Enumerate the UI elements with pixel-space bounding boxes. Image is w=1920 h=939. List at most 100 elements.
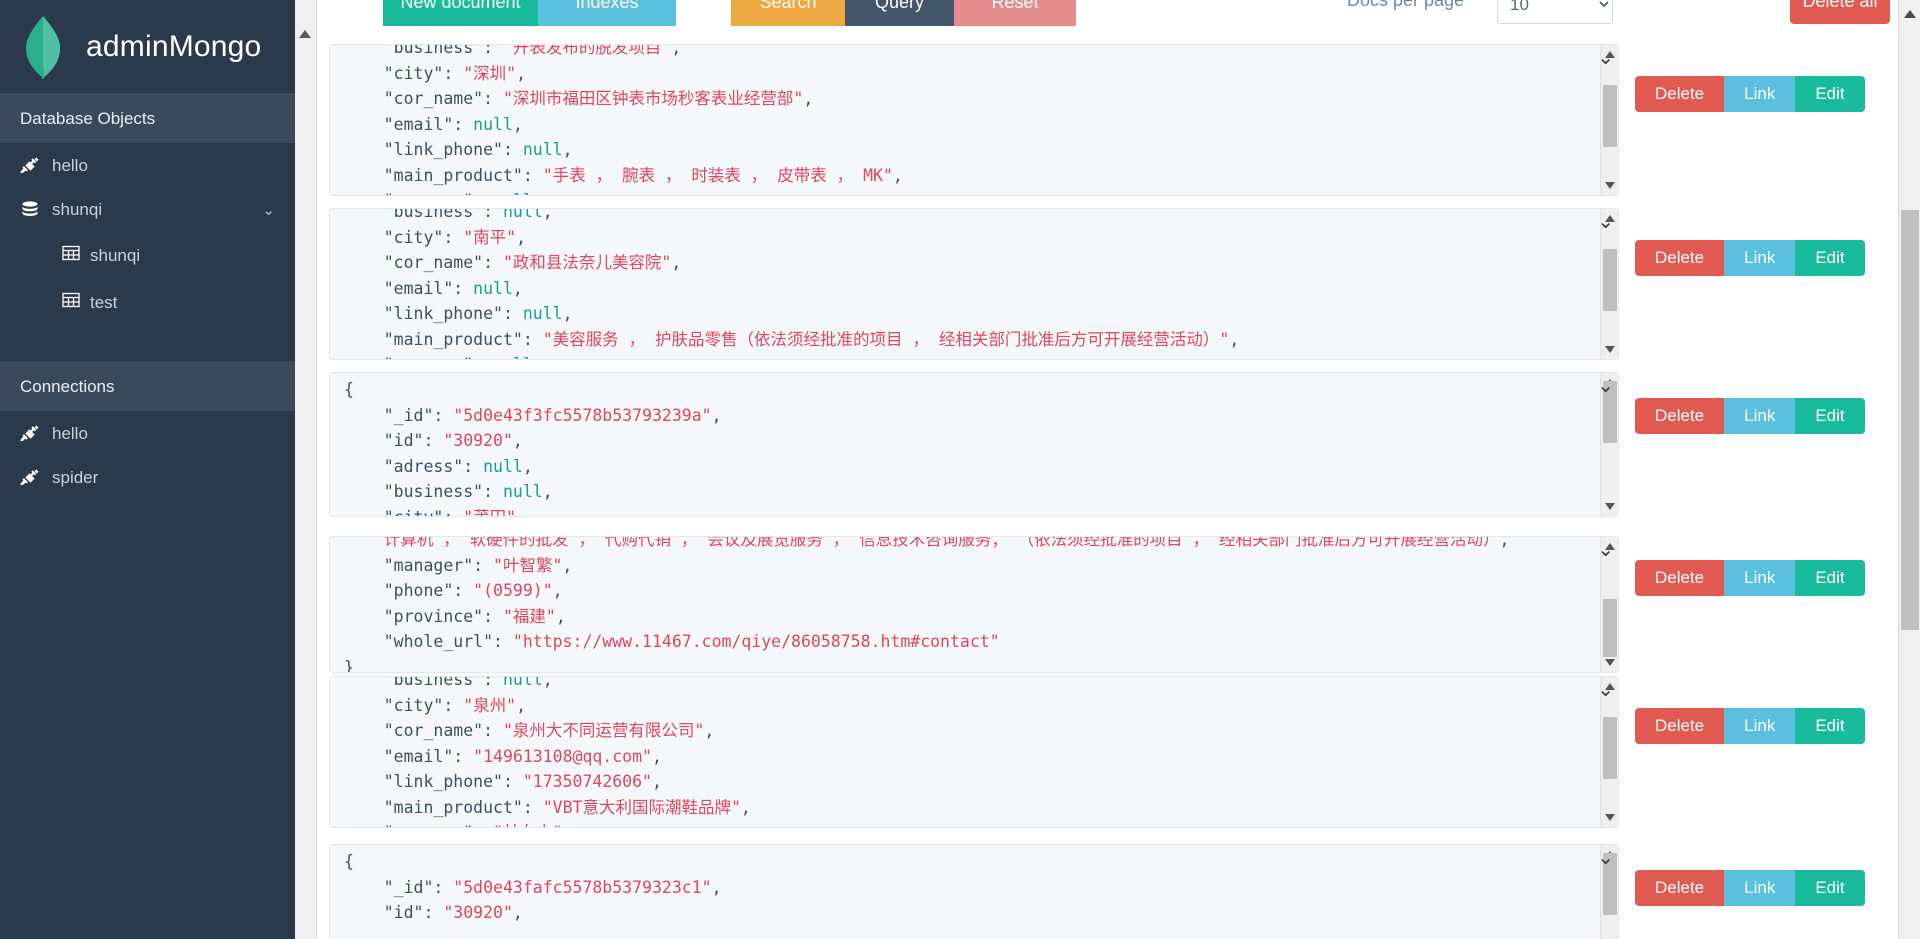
scrollbar-thumb[interactable] — [1603, 249, 1617, 311]
sidebar-collection-shunqi[interactable]: shunqi — [0, 232, 295, 279]
row-action-group: Delete Link Edit — [1635, 398, 1865, 434]
docs-per-page-select[interactable]: 5102050100 — [1497, 0, 1613, 24]
document-card: 计算机 ， 软硬件的批发 ， 代购代销 ， 会议及展览服务 ， 信息技术咨询服务… — [329, 536, 1619, 673]
row-action-group: Delete Link Edit — [1635, 708, 1865, 744]
link-button[interactable]: Link — [1724, 240, 1796, 276]
delete-button[interactable]: Delete — [1635, 240, 1725, 276]
chevron-down-icon[interactable]: ⌄ — [1597, 847, 1614, 867]
document-row: "business": null, "city": "南平", "cor_nam… — [317, 208, 1898, 360]
search-button[interactable]: Search — [731, 0, 845, 26]
sidebar-section-connections: Connections — [0, 362, 295, 412]
scroll-down-arrow-icon[interactable] — [1605, 659, 1615, 666]
document-card: { "_id": "5d0e43f3fc5578b53793239a", "id… — [329, 372, 1619, 517]
page-scrollbar[interactable] — [1898, 0, 1920, 939]
row-action-group: Delete Link Edit — [1635, 240, 1865, 276]
edit-button[interactable]: Edit — [1795, 76, 1865, 112]
sidebar: adminMongo Database Objects hello shunqi… — [0, 0, 295, 939]
delete-button[interactable]: Delete — [1635, 76, 1725, 112]
new-document-button[interactable]: New document — [383, 0, 538, 26]
scroll-down-arrow-icon[interactable] — [1605, 503, 1615, 510]
admin-mongo-app: adminMongo Database Objects hello shunqi… — [0, 0, 1920, 939]
document-row: "business": null, "city": "泉州", "cor_nam… — [317, 676, 1898, 828]
plug-icon — [20, 156, 46, 176]
sidebar-connection-label: spider — [52, 468, 99, 487]
document-card: { "_id": "5d0e43fafc5578b5379323c1", "id… — [329, 844, 1619, 939]
docs-per-page-label: Docs per page — [1347, 0, 1465, 10]
document-json: 计算机 ， 软硬件的批发 ， 代购代销 ， 会议及展览服务 ， 信息技术咨询服务… — [344, 536, 1510, 672]
brand-title: adminMongo — [86, 29, 262, 63]
scroll-up-arrow-icon[interactable] — [299, 30, 311, 38]
sidebar-section-database-objects: Database Objects — [0, 94, 295, 144]
chevron-down-icon[interactable]: ⌄ — [1597, 375, 1614, 395]
document-card: "business": "开表发布的脱发项目", "city": "深圳", "… — [329, 44, 1619, 196]
document-json: "business": "开表发布的脱发项目", "city": "深圳", "… — [383, 44, 903, 195]
delete-all-button[interactable]: Delete all — [1790, 0, 1890, 24]
document-card: "business": null, "city": "南平", "cor_nam… — [329, 208, 1619, 360]
document-row: "business": "开表发布的脱发项目", "city": "深圳", "… — [317, 44, 1898, 196]
delete-button[interactable]: Delete — [1635, 870, 1725, 906]
brand-header[interactable]: adminMongo — [0, 0, 295, 94]
plug-icon — [20, 424, 46, 444]
sidebar-item-shunqi-db[interactable]: shunqi ⌄ — [0, 188, 295, 232]
table-icon — [62, 291, 90, 314]
sidebar-collection-label: shunqi — [90, 245, 141, 265]
chevron-down-icon[interactable]: ⌄ — [1597, 679, 1614, 699]
link-button[interactable]: Link — [1724, 76, 1796, 112]
chevron-down-icon[interactable]: ⌄ — [1597, 47, 1614, 67]
scrollbar-thumb[interactable] — [1603, 599, 1617, 657]
delete-button[interactable]: Delete — [1635, 398, 1725, 434]
scroll-down-arrow-icon[interactable] — [1605, 346, 1615, 353]
link-button[interactable]: Link — [1724, 398, 1796, 434]
row-action-group: Delete Link Edit — [1635, 76, 1865, 112]
document-json: "business": null, "city": "泉州", "cor_nam… — [383, 676, 751, 827]
document-row: { "_id": "5d0e43fafc5578b5379323c1", "id… — [317, 844, 1898, 939]
scrollbar-thumb[interactable] — [1603, 717, 1617, 779]
scrollbar-thumb[interactable] — [1901, 210, 1919, 630]
indexes-button[interactable]: Indexes — [538, 0, 676, 26]
document-json: { "_id": "5d0e43fafc5578b5379323c1", "id… — [344, 852, 722, 922]
chevron-down-icon[interactable]: ⌄ — [262, 201, 275, 219]
document-row: 计算机 ， 软硬件的批发 ， 代购代销 ， 会议及展览服务 ， 信息技术咨询服务… — [317, 536, 1898, 673]
collection-toolbar: New document Indexes Search Query Reset … — [317, 0, 1920, 36]
reset-button[interactable]: Reset — [954, 0, 1076, 26]
query-button[interactable]: Query — [845, 0, 954, 26]
sidebar-item-label: hello — [52, 156, 88, 175]
row-action-group: Delete Link Edit — [1635, 560, 1865, 596]
sidebar-collection-label: test — [90, 292, 118, 312]
database-icon — [20, 200, 46, 220]
sidebar-item-hello-db[interactable]: hello — [0, 144, 295, 188]
document-list: "business": "开表发布的脱发项目", "city": "深圳", "… — [317, 36, 1898, 939]
delete-button[interactable]: Delete — [1635, 708, 1725, 744]
table-icon — [62, 244, 90, 267]
link-button[interactable]: Link — [1724, 708, 1796, 744]
edit-button[interactable]: Edit — [1795, 398, 1865, 434]
scrollbar-thumb[interactable] — [1603, 85, 1617, 147]
sidebar-collection-test[interactable]: test — [0, 279, 295, 326]
document-row: { "_id": "5d0e43f3fc5578b53793239a", "id… — [317, 372, 1898, 517]
document-card: "business": null, "city": "泉州", "cor_nam… — [329, 676, 1619, 828]
delete-button[interactable]: Delete — [1635, 560, 1725, 596]
left-scroll-gutter[interactable] — [295, 0, 317, 939]
sidebar-connection-hello[interactable]: hello — [0, 412, 295, 456]
scroll-down-arrow-icon[interactable] — [1605, 814, 1615, 821]
mongodb-leaf-icon — [22, 14, 64, 80]
main-content: New document Indexes Search Query Reset … — [295, 0, 1920, 939]
chevron-down-icon[interactable]: ⌄ — [1597, 539, 1614, 559]
sidebar-connection-spider[interactable]: spider — [0, 456, 295, 500]
edit-button[interactable]: Edit — [1795, 240, 1865, 276]
row-action-group: Delete Link Edit — [1635, 870, 1865, 906]
link-button[interactable]: Link — [1724, 560, 1796, 596]
link-button[interactable]: Link — [1724, 870, 1796, 906]
scroll-down-arrow-icon[interactable] — [1605, 182, 1615, 189]
sidebar-connection-label: hello — [52, 424, 88, 443]
scroll-up-arrow-icon[interactable] — [1904, 10, 1916, 18]
document-json: "business": null, "city": "南平", "cor_nam… — [383, 208, 1240, 359]
edit-button[interactable]: Edit — [1795, 870, 1865, 906]
edit-button[interactable]: Edit — [1795, 708, 1865, 744]
plug-icon — [20, 468, 46, 488]
sidebar-item-label: shunqi — [52, 200, 103, 219]
chevron-down-icon[interactable]: ⌄ — [1597, 211, 1614, 231]
edit-button[interactable]: Edit — [1795, 560, 1865, 596]
document-json: { "_id": "5d0e43f3fc5578b53793239a", "id… — [344, 380, 722, 516]
